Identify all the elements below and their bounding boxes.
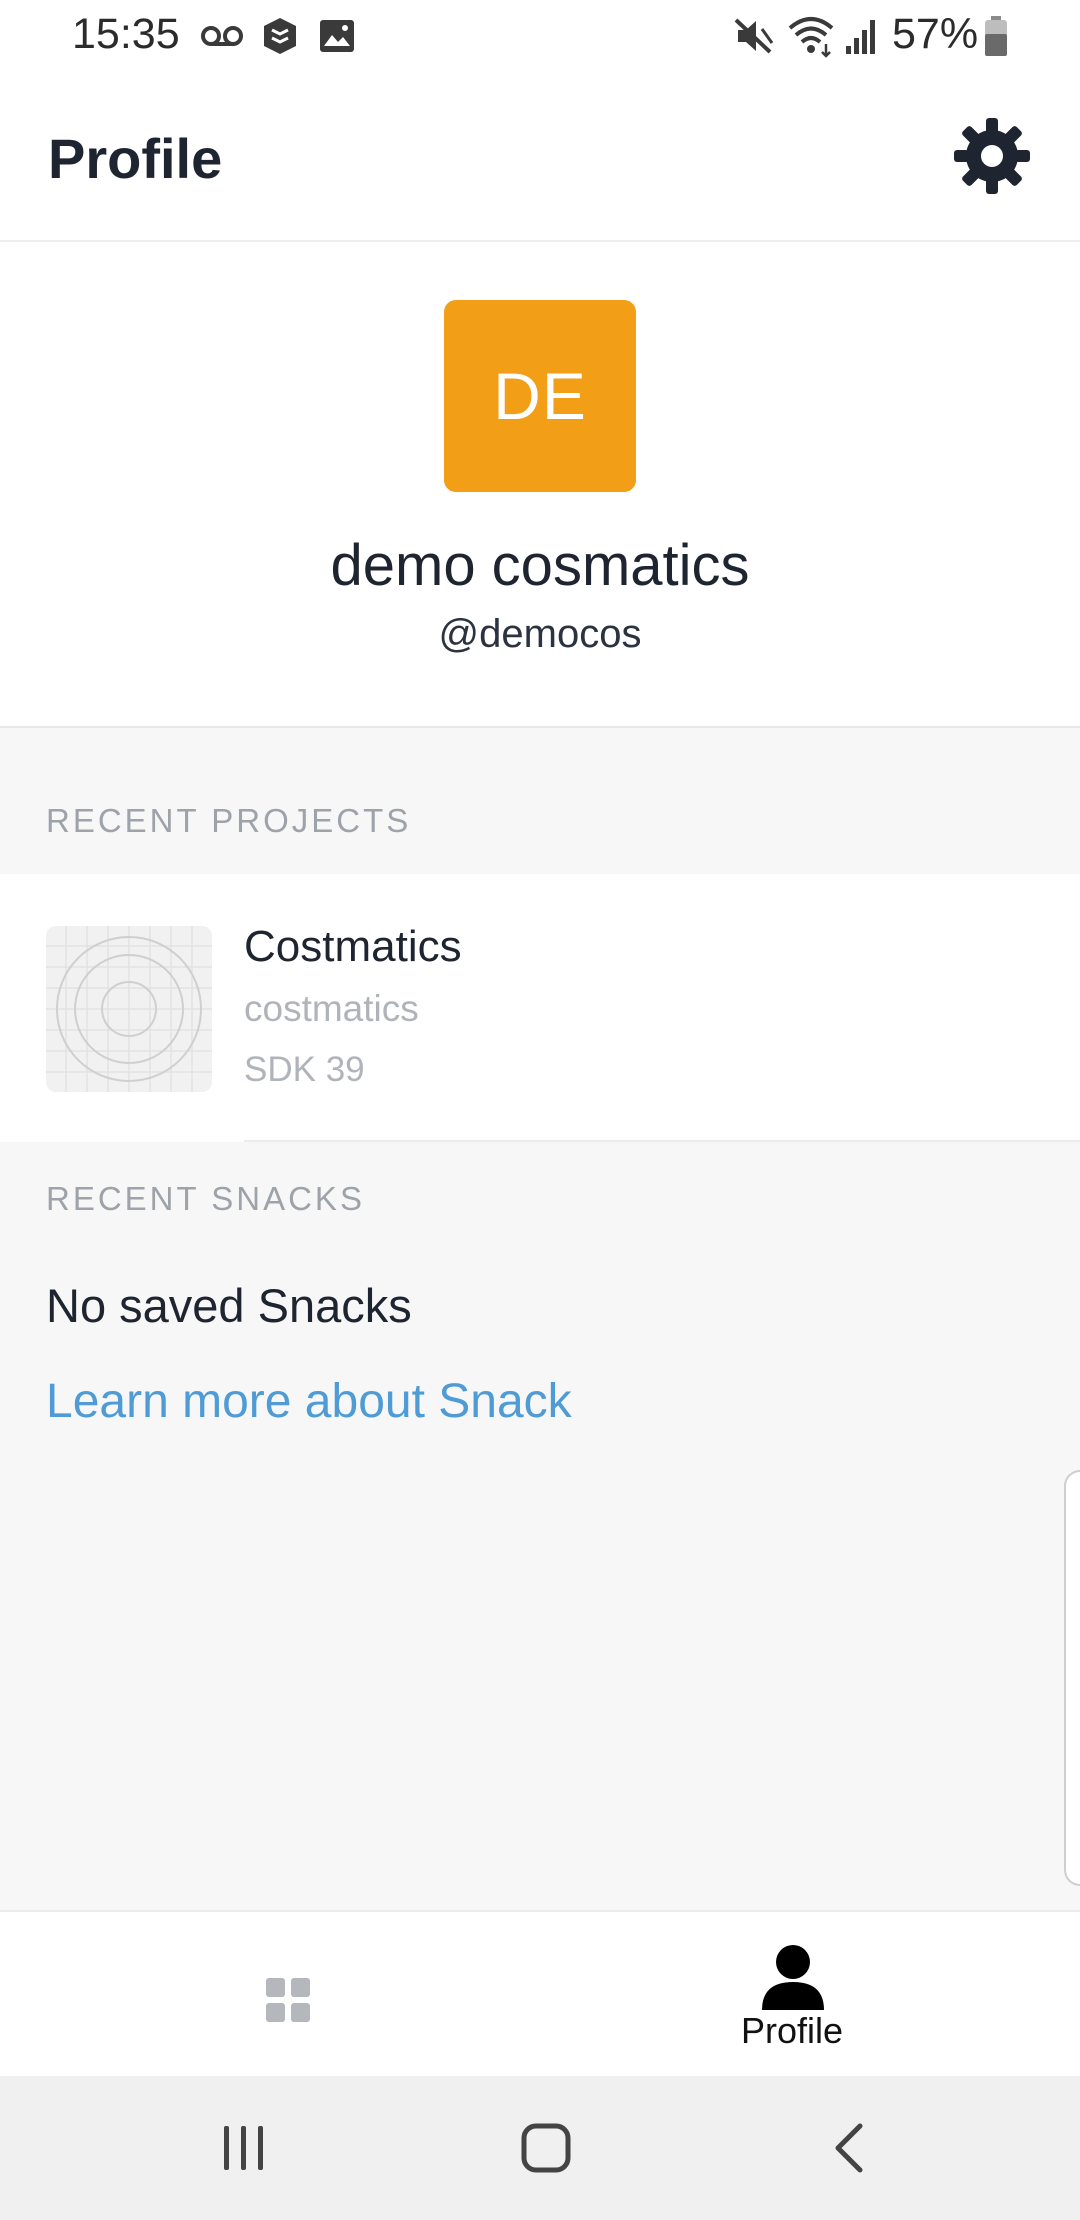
back-icon — [835, 2123, 863, 2173]
profile-username: @democos — [438, 612, 642, 656]
signal-icon — [846, 20, 875, 54]
mute-icon — [734, 18, 774, 54]
tab-projects[interactable] — [0, 1912, 540, 2078]
project-slug: costmatics — [244, 988, 419, 1029]
learn-more-link[interactable]: Learn more about Snack — [46, 1374, 572, 1429]
grid-icon — [266, 1978, 310, 2022]
profile-card: DE demo cosmatics @democos — [0, 242, 1080, 728]
empty-snacks-text: No saved Snacks — [46, 1279, 412, 1332]
project-name: Costmatics — [244, 922, 462, 971]
wifi-icon — [788, 17, 834, 58]
status-bar: 15:35 57% — [0, 0, 1080, 76]
project-list-item[interactable]: Costmatics costmatics SDK 39 — [0, 874, 1080, 1142]
person-icon — [762, 1945, 824, 2010]
avatar: DE — [444, 300, 636, 492]
battery-percent: 57% — [892, 10, 979, 58]
recent-apps-icon — [224, 2126, 263, 2170]
project-thumbnail — [46, 926, 212, 1092]
recent-projects-heading: RECENT PROJECTS — [46, 802, 412, 839]
settings-button[interactable] — [952, 116, 1032, 196]
project-placeholder-icon — [46, 926, 212, 1092]
project-sdk-version: SDK 39 — [244, 1050, 365, 1089]
home-button[interactable] — [496, 2098, 596, 2198]
battery-icon — [985, 16, 1007, 56]
voicemail-icon — [201, 26, 243, 46]
back-button[interactable] — [798, 2098, 898, 2198]
scroll-indicator[interactable] — [1064, 1470, 1080, 1886]
tab-bar: Profile — [0, 1910, 1080, 2078]
home-icon — [521, 2123, 571, 2173]
tab-profile[interactable]: Profile — [540, 1912, 1080, 2078]
gear-icon — [954, 118, 1030, 194]
recent-apps-button[interactable] — [194, 2098, 294, 2198]
status-time: 15:35 — [72, 10, 180, 58]
page-title: Profile — [48, 127, 223, 190]
divider — [244, 1140, 1080, 1142]
profile-name: demo cosmatics — [330, 533, 750, 598]
system-nav-bar — [0, 2076, 1080, 2220]
app-header: Profile — [0, 76, 1080, 242]
recent-snacks-heading: RECENT SNACKS — [46, 1180, 365, 1217]
expo-icon — [264, 18, 296, 54]
image-icon — [320, 20, 354, 52]
tab-profile-label: Profile — [740, 2010, 844, 2051]
